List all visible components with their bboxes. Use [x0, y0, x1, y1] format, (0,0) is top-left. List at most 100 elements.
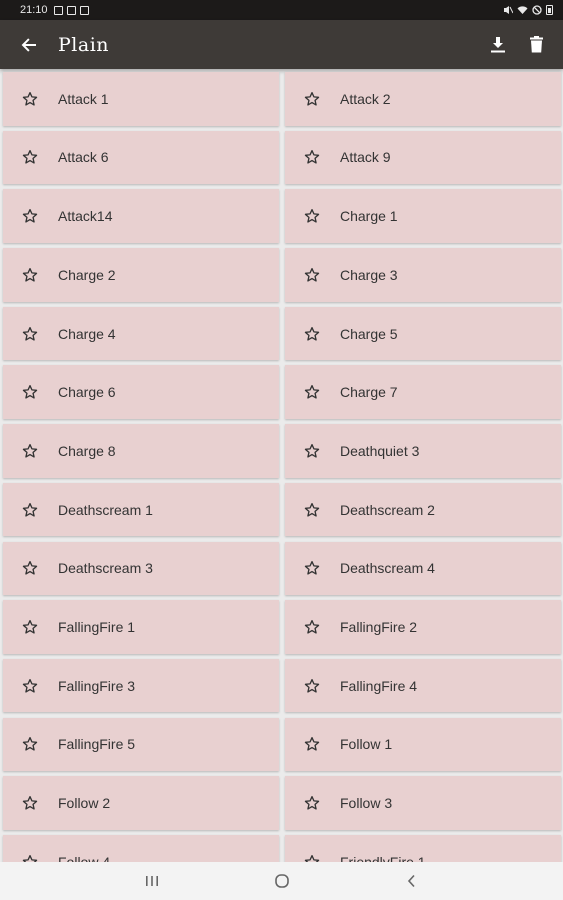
favorite-star-icon[interactable] — [3, 267, 55, 283]
nav-back-button[interactable] — [397, 866, 427, 896]
battery-icon — [546, 5, 553, 15]
favorite-star-icon[interactable] — [3, 384, 55, 400]
sound-item[interactable]: FallingFire 5 — [3, 717, 279, 772]
app-notification-icon — [79, 5, 89, 15]
dnd-icon — [532, 5, 542, 15]
favorite-star-icon[interactable] — [3, 736, 55, 752]
list-row: Charge 8 Deathquiet 3 — [3, 424, 561, 483]
favorite-star-icon[interactable] — [3, 502, 55, 518]
sound-item[interactable]: FallingFire 3 — [3, 658, 279, 713]
sound-item-label: Charge 5 — [340, 325, 398, 342]
list-row: Attack 6 Attack 9 — [3, 130, 561, 190]
home-button[interactable] — [267, 866, 297, 896]
sound-item[interactable]: Charge 2 — [3, 248, 279, 302]
system-nav-bar — [0, 862, 563, 900]
sound-item-label: Deathscream 1 — [58, 501, 153, 518]
sound-item-label: Charge 2 — [58, 266, 116, 283]
chat-notification-icon — [66, 5, 76, 15]
sound-item[interactable]: Attack 6 — [3, 130, 279, 185]
favorite-star-icon[interactable] — [285, 736, 337, 752]
sound-item[interactable]: Deathscream 4 — [285, 541, 561, 595]
sound-item[interactable]: FallingFire 4 — [285, 658, 561, 713]
sound-item-label: FriendlyFire 1 — [340, 853, 426, 862]
sound-item-label: FallingFire 1 — [58, 618, 136, 635]
sound-item-label: Charge 8 — [58, 442, 116, 459]
sound-item[interactable]: Follow 3 — [285, 776, 561, 830]
sound-item-label: FallingFire 4 — [340, 677, 418, 694]
favorite-star-icon[interactable] — [285, 854, 337, 862]
sound-item[interactable]: Attack14 — [3, 189, 279, 243]
sound-item-label: FallingFire 2 — [340, 618, 418, 635]
sound-item-label: Attack 2 — [340, 90, 391, 107]
page-title: Plain — [58, 33, 110, 56]
favorite-star-icon[interactable] — [285, 208, 337, 224]
favorite-star-icon[interactable] — [285, 326, 337, 342]
sound-item[interactable]: Attack 9 — [285, 130, 561, 185]
favorite-star-icon[interactable] — [3, 149, 55, 165]
list-row: Deathscream 1 Deathscream 2 — [3, 482, 561, 542]
sound-item[interactable]: Charge 7 — [285, 365, 561, 419]
favorite-star-icon[interactable] — [285, 795, 337, 811]
favorite-star-icon[interactable] — [3, 91, 55, 107]
sound-item[interactable]: FallingFire 2 — [285, 600, 561, 654]
sound-item[interactable]: Attack 1 — [3, 72, 279, 126]
list-row: Attack 1 Attack 2 — [3, 72, 561, 131]
sound-item[interactable]: FallingFire 1 — [3, 600, 279, 654]
favorite-star-icon[interactable] — [3, 208, 55, 224]
sound-item-label: FallingFire 3 — [58, 677, 136, 694]
favorite-star-icon[interactable] — [285, 678, 337, 694]
sound-item-label: Charge 4 — [58, 325, 116, 342]
sound-item[interactable]: FriendlyFire 1 — [285, 834, 561, 862]
status-time: 21:10 — [20, 4, 48, 16]
sound-item[interactable]: Deathscream 2 — [285, 482, 561, 537]
favorite-star-icon[interactable] — [285, 267, 337, 283]
favorite-star-icon[interactable] — [285, 91, 337, 107]
favorite-star-icon[interactable] — [3, 854, 55, 862]
sound-item[interactable]: Charge 3 — [285, 248, 561, 302]
sound-item-label: Follow 1 — [340, 736, 393, 753]
sound-item-label: Charge 3 — [340, 266, 398, 283]
image-notification-icon — [53, 5, 63, 15]
wifi-icon — [517, 6, 528, 14]
sound-item[interactable]: Deathscream 3 — [3, 541, 279, 595]
favorite-star-icon[interactable] — [285, 502, 337, 518]
sound-item[interactable]: Follow 2 — [3, 776, 279, 830]
delete-button[interactable] — [521, 30, 551, 60]
recents-button[interactable] — [137, 866, 167, 896]
sound-item-label: Deathscream 2 — [340, 501, 435, 518]
sound-item[interactable]: Follow 1 — [285, 717, 561, 772]
sound-item[interactable]: Charge 5 — [285, 306, 561, 361]
recents-icon — [145, 876, 158, 886]
favorite-star-icon[interactable] — [3, 326, 55, 342]
sound-item-label: Charge 7 — [340, 384, 398, 401]
back-icon — [407, 874, 415, 888]
sound-item-label: Deathscream 3 — [58, 560, 153, 577]
favorite-star-icon[interactable] — [3, 443, 55, 459]
back-button[interactable] — [0, 20, 58, 69]
favorite-star-icon[interactable] — [3, 795, 55, 811]
favorite-star-icon[interactable] — [285, 560, 337, 576]
sound-item[interactable]: Deathquiet 3 — [285, 424, 561, 478]
sound-item-label: Attack 9 — [340, 149, 391, 166]
sound-item[interactable]: Charge 6 — [3, 365, 279, 419]
favorite-star-icon[interactable] — [3, 619, 55, 635]
favorite-star-icon[interactable] — [285, 384, 337, 400]
list-row: FallingFire 1 FallingFire 2 — [3, 600, 561, 659]
system-icons — [503, 5, 553, 15]
favorite-star-icon[interactable] — [3, 678, 55, 694]
download-button[interactable] — [483, 30, 513, 60]
favorite-star-icon[interactable] — [3, 560, 55, 576]
sound-item[interactable]: Attack 2 — [285, 72, 561, 126]
favorite-star-icon[interactable] — [285, 149, 337, 165]
sound-item[interactable]: Deathscream 1 — [3, 482, 279, 537]
app-bar: Plain — [0, 20, 563, 69]
sound-item[interactable]: Follow 4 — [3, 834, 279, 862]
sound-item-label: Deathquiet 3 — [340, 442, 420, 459]
notification-icons — [53, 5, 89, 15]
favorite-star-icon[interactable] — [285, 443, 337, 459]
delete-icon — [529, 36, 543, 53]
sound-item[interactable]: Charge 8 — [3, 424, 279, 478]
favorite-star-icon[interactable] — [285, 619, 337, 635]
sound-item[interactable]: Charge 4 — [3, 306, 279, 361]
sound-item[interactable]: Charge 1 — [285, 189, 561, 243]
